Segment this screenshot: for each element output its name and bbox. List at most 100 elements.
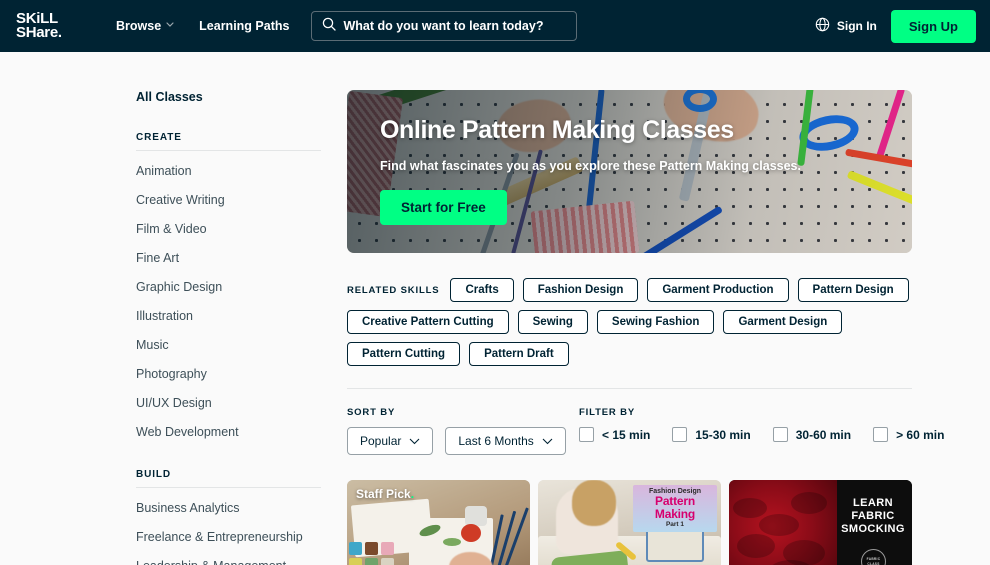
sidebar-group-heading: CREATE bbox=[136, 132, 321, 151]
sign-in-label: Sign In bbox=[836, 19, 877, 33]
filter-by-group: FILTER BY < 15 min 15-30 min 30-60 min >… bbox=[579, 407, 944, 455]
skillshare-logo[interactable]: SKiLL SHare. bbox=[16, 11, 88, 41]
skill-tag-sewing-fashion[interactable]: Sewing Fashion bbox=[596, 310, 715, 334]
fabric-ruffle bbox=[737, 534, 775, 558]
checkbox-icon[interactable] bbox=[672, 427, 688, 442]
sewing-rack bbox=[646, 528, 704, 562]
sidebar-item-leadership-management[interactable]: Leadership & Management bbox=[136, 552, 321, 565]
checkbox-icon[interactable] bbox=[873, 427, 889, 442]
sidebar-item-freelance-entrepreneurship[interactable]: Freelance & Entrepreneurship bbox=[136, 523, 321, 552]
sort-select-timeframe-value: Last 6 Months bbox=[458, 434, 534, 448]
filter-label: 15-30 min bbox=[695, 427, 751, 442]
sidebar-item-film-video[interactable]: Film & Video bbox=[136, 215, 321, 244]
search-input[interactable] bbox=[343, 19, 567, 33]
class-card-fabric-smocking[interactable]: LEARN FABRIC SMOCKING FABRIC CLASS bbox=[729, 480, 912, 565]
search-icon bbox=[322, 17, 337, 36]
search-box[interactable] bbox=[311, 11, 578, 41]
sidebar-group-heading: BUILD bbox=[136, 469, 321, 488]
chevron-down-icon bbox=[542, 434, 553, 448]
palette-swatch bbox=[349, 542, 362, 555]
related-skills: RELATED SKILLS Crafts Fashion Design Gar… bbox=[347, 278, 917, 366]
sidebar-item-web-development[interactable]: Web Development bbox=[136, 418, 321, 447]
skill-tag-crafts[interactable]: Crafts bbox=[450, 278, 514, 302]
overlay-line-3: Part 1 bbox=[665, 521, 685, 528]
chevron-down-icon bbox=[409, 434, 420, 448]
page-body: All Classes CREATE Animation Creative Wr… bbox=[0, 52, 990, 565]
staff-pick-dot: . bbox=[410, 487, 415, 501]
palette-swatch bbox=[381, 542, 394, 555]
filter-30-60-min[interactable]: 30-60 min bbox=[772, 427, 852, 442]
nav-item-learning-paths-label: Learning Paths bbox=[199, 19, 290, 33]
sort-select-popular[interactable]: Popular bbox=[347, 427, 434, 455]
leaf-art bbox=[443, 538, 461, 546]
hero-content: Online Pattern Making Classes Find what … bbox=[380, 116, 801, 225]
hero-title: Online Pattern Making Classes bbox=[380, 116, 734, 144]
course-title-overlay: Fashion Design Pattern Making Part 1 bbox=[633, 485, 717, 532]
fabric-ruffle bbox=[733, 498, 767, 518]
globe-icon bbox=[815, 17, 830, 35]
hero-banner: Online Pattern Making Classes Find what … bbox=[347, 90, 912, 253]
skill-tag-sewing[interactable]: Sewing bbox=[517, 310, 588, 334]
filter-label: > 60 min bbox=[896, 427, 945, 442]
skill-tag-pattern-cutting[interactable]: Pattern Cutting bbox=[347, 342, 461, 366]
sort-select-timeframe[interactable]: Last 6 Months bbox=[445, 427, 566, 455]
nav-item-browse[interactable]: Browse bbox=[116, 19, 174, 33]
palette-swatch bbox=[365, 542, 378, 555]
sign-up-button[interactable]: Sign Up bbox=[890, 9, 976, 43]
skill-tag-fashion-design[interactable]: Fashion Design bbox=[522, 278, 639, 302]
palette-swatch bbox=[349, 558, 362, 565]
sidebar-item-fine-art[interactable]: Fine Art bbox=[136, 244, 321, 273]
skill-tag-pattern-design[interactable]: Pattern Design bbox=[797, 278, 909, 302]
paint-cup bbox=[465, 506, 487, 526]
main-nav: Browse Learning Paths bbox=[116, 19, 289, 33]
sidebar-item-graphic-design[interactable]: Graphic Design bbox=[136, 273, 321, 302]
sidebar-item-ui-ux-design[interactable]: UI/UX Design bbox=[136, 389, 321, 418]
sidebar-item-creative-writing[interactable]: Creative Writing bbox=[136, 186, 321, 215]
sort-by-group: SORT BY Popular Last 6 Months bbox=[347, 407, 579, 455]
skill-tag-garment-production[interactable]: Garment Production bbox=[647, 278, 789, 302]
sort-by-label: SORT BY bbox=[347, 407, 396, 418]
sidebar-item-music[interactable]: Music bbox=[136, 331, 321, 360]
staff-pick-text: Staff Pick bbox=[356, 487, 411, 501]
sidebar-item-illustration[interactable]: Illustration bbox=[136, 302, 321, 331]
category-sidebar: All Classes CREATE Animation Creative Wr… bbox=[136, 90, 321, 565]
chevron-down-icon bbox=[166, 21, 174, 29]
logo-line-2: SHare. bbox=[16, 24, 62, 41]
filter-label: 30-60 min bbox=[795, 427, 852, 442]
section-divider bbox=[347, 388, 912, 389]
sidebar-item-photography[interactable]: Photography bbox=[136, 360, 321, 389]
class-card-pattern-making[interactable]: Fashion Design Pattern Making Part 1 bbox=[538, 480, 721, 565]
skill-tag-garment-design[interactable]: Garment Design bbox=[723, 310, 843, 334]
palette-swatch bbox=[381, 558, 394, 565]
card-title-text: LEARN FABRIC SMOCKING bbox=[841, 497, 905, 535]
overlay-line-2: Pattern Making bbox=[654, 494, 696, 521]
checkbox-icon[interactable] bbox=[772, 427, 788, 442]
filter-15-30-min[interactable]: 15-30 min bbox=[672, 427, 751, 442]
start-for-free-button[interactable]: Start for Free bbox=[380, 190, 507, 225]
checkbox-icon[interactable] bbox=[579, 427, 594, 442]
person-hair bbox=[572, 480, 616, 526]
filter-over-60-min[interactable]: > 60 min bbox=[873, 427, 944, 442]
palette-swatch bbox=[365, 558, 378, 565]
nav-item-learning-paths[interactable]: Learning Paths bbox=[199, 19, 289, 33]
site-header: SKiLL SHare. Browse Learning Paths Sign … bbox=[0, 0, 990, 52]
filter-under-15-min[interactable]: < 15 min bbox=[579, 427, 650, 442]
sidebar-group-create: CREATE Animation Creative Writing Film &… bbox=[136, 132, 321, 447]
sort-selects: Popular Last 6 Months bbox=[347, 427, 579, 455]
sign-in-link[interactable]: Sign In bbox=[815, 17, 877, 35]
skill-tag-creative-pattern-cutting[interactable]: Creative Pattern Cutting bbox=[347, 310, 509, 334]
filter-by-label: FILTER BY bbox=[579, 407, 636, 418]
sidebar-item-all-classes[interactable]: All Classes bbox=[136, 90, 321, 104]
sort-select-popular-value: Popular bbox=[360, 434, 402, 448]
staff-pick-badge: Staff Pick. bbox=[356, 487, 414, 501]
class-card-staff-pick[interactable]: Staff Pick. bbox=[347, 480, 530, 565]
class-card-grid: Staff Pick. Fashion Design Pattern Makin… bbox=[347, 480, 990, 565]
sidebar-item-business-analytics[interactable]: Business Analytics bbox=[136, 494, 321, 523]
fabric-ruffle bbox=[759, 514, 799, 536]
duration-filters: < 15 min 15-30 min 30-60 min > 60 min bbox=[579, 427, 944, 442]
skill-tag-pattern-draft[interactable]: Pattern Draft bbox=[469, 342, 569, 366]
sort-filter-bar: SORT BY Popular Last 6 Months FILTER BY … bbox=[347, 407, 990, 455]
sidebar-group-build: BUILD Business Analytics Freelance & Ent… bbox=[136, 469, 321, 565]
filter-label: < 15 min bbox=[602, 427, 651, 442]
sidebar-item-animation[interactable]: Animation bbox=[136, 157, 321, 186]
